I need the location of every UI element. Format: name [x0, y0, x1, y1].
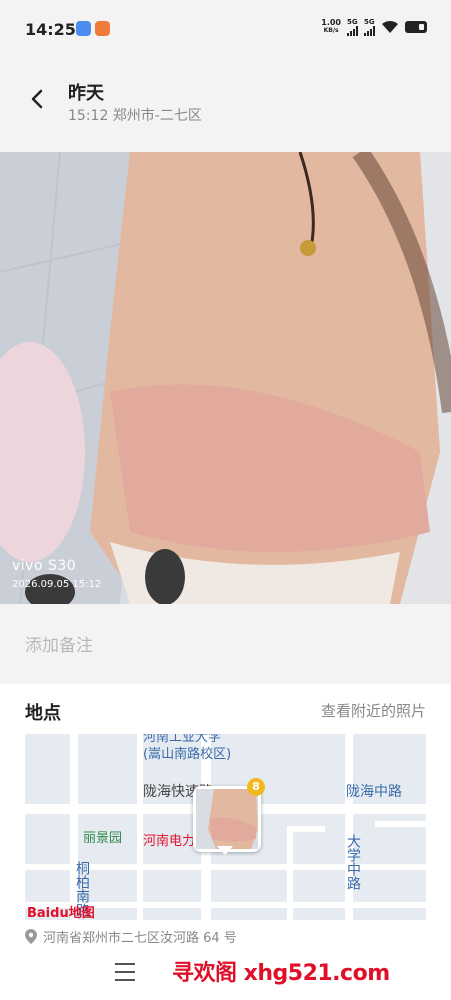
- app-notification-icon: [76, 21, 91, 36]
- location-map[interactable]: 河南工业大学 (嵩山南路校区) 陇海快速路 陇海中路 丽景园 河南电力 大学中路…: [25, 734, 426, 920]
- page-title: 昨天: [68, 83, 104, 104]
- view-nearby-photos-link[interactable]: 查看附近的照片: [321, 700, 426, 721]
- bottom-bar: 寻欢阁 xhg521.com: [0, 949, 451, 1000]
- map-label: 陇海中路: [346, 784, 402, 800]
- map-label: 河南电力: [143, 834, 196, 849]
- location-pin-icon: [25, 929, 37, 944]
- signal-sim1-icon: 5G: [347, 18, 358, 36]
- header: 昨天 15:12 郑州市-二七区: [0, 70, 451, 130]
- photo-view[interactable]: [0, 152, 451, 604]
- photo-image: [0, 152, 451, 604]
- map-label: 大学中路: [345, 834, 361, 890]
- site-watermark: 寻欢阁 xhg521.com: [172, 961, 390, 986]
- page-subtitle: 15:12 郑州市-二七区: [68, 108, 202, 124]
- map-label: 丽景园: [83, 831, 123, 846]
- signal-sim2-icon: 5G: [364, 18, 375, 36]
- map-photo-thumbnail: [196, 789, 258, 849]
- photo-count-badge: 8: [247, 778, 265, 796]
- status-bar: 14:25 1.00 KB/s 5G 5G: [0, 0, 451, 56]
- camera-watermark-device: vivo S30: [12, 558, 77, 574]
- status-time: 14:25: [25, 20, 76, 39]
- notification-icons: [76, 21, 110, 36]
- wifi-icon: [382, 20, 398, 33]
- add-note-placeholder: 添加备注: [25, 636, 93, 656]
- app-notification-icon: [95, 21, 110, 36]
- map-photo-marker[interactable]: [193, 786, 261, 852]
- location-title: 地点: [25, 703, 61, 724]
- net-speed: 1.00 KB/s: [321, 18, 341, 35]
- add-note-field[interactable]: 添加备注: [0, 604, 451, 682]
- location-card: 地点 查看附近的照片 河南工业大学 (嵩山南路校区) 陇海快速路 陇海中路 丽景…: [0, 684, 451, 949]
- map-label: (嵩山南路校区): [143, 747, 232, 762]
- camera-watermark-timestamp: 2026.09.05 15:12: [12, 579, 102, 590]
- baidu-map-logo: Baidu地图: [27, 906, 95, 920]
- menu-icon[interactable]: [115, 963, 135, 981]
- battery-icon: [405, 21, 427, 33]
- map-marker-pointer-icon: [217, 846, 233, 855]
- back-arrow-icon[interactable]: [22, 84, 52, 114]
- address-text: 河南省郑州市二七区汝河路 64 号: [43, 931, 237, 946]
- address-row: 河南省郑州市二七区汝河路 64 号: [25, 927, 237, 946]
